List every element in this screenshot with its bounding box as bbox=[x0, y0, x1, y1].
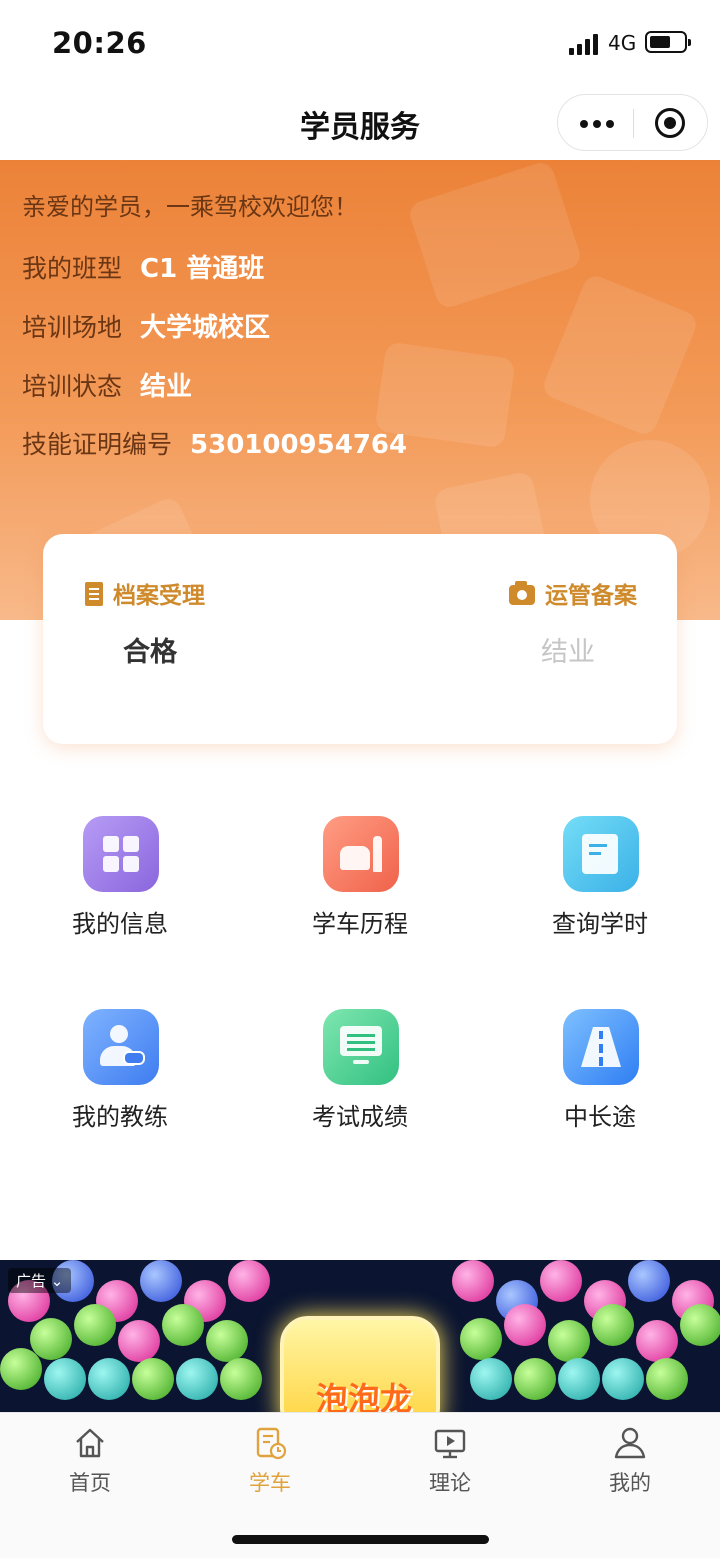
tab-label: 我的 bbox=[609, 1471, 651, 1495]
menu-label: 考试成绩 bbox=[312, 1103, 408, 1131]
more-icon[interactable] bbox=[580, 120, 614, 128]
network-type: 4G bbox=[608, 31, 637, 55]
tab-label: 首页 bbox=[69, 1471, 111, 1495]
ad-tag-label: 广告 bbox=[16, 1272, 47, 1290]
tab-label: 学车 bbox=[249, 1471, 291, 1495]
monitor-score-icon bbox=[323, 1009, 399, 1085]
transport-label: 运管备案 bbox=[545, 583, 637, 609]
tab-home[interactable]: 首页 bbox=[0, 1425, 180, 1497]
cert-label: 技能证明编号 bbox=[22, 430, 173, 459]
edit-hours-icon bbox=[563, 816, 639, 892]
transport-value: 结业 bbox=[541, 637, 595, 668]
welcome-text: 亲爱的学员，一乘驾校欢迎您！ bbox=[22, 193, 358, 221]
home-indicator[interactable] bbox=[232, 1535, 489, 1544]
battery-icon bbox=[645, 31, 691, 53]
info-grid-icon bbox=[83, 816, 159, 892]
signal-icon bbox=[569, 33, 599, 55]
site-value: 大学城校区 bbox=[140, 313, 271, 343]
car-progress-icon bbox=[323, 816, 399, 892]
user-icon bbox=[614, 1427, 646, 1459]
ad-game-logo: 泡泡龙 bbox=[280, 1316, 440, 1412]
site-row: 培训场地 大学城校区 bbox=[22, 307, 270, 344]
menu-label: 中长途 bbox=[564, 1103, 636, 1131]
menu-label: 我的教练 bbox=[72, 1103, 168, 1131]
close-miniprogram-icon[interactable] bbox=[655, 108, 685, 138]
capsule-divider bbox=[633, 109, 634, 138]
menu-learning-progress[interactable]: 学车历程 bbox=[260, 816, 460, 956]
cert-row: 技能证明编号 530100954764 bbox=[22, 425, 407, 461]
training-status-row: 培训状态 结业 bbox=[22, 366, 192, 403]
class-row: 我的班型 C1 普通班 bbox=[22, 248, 264, 285]
cert-value: 530100954764 bbox=[190, 430, 408, 460]
archive-label-row: 档案受理 bbox=[85, 576, 205, 610]
class-label: 我的班型 bbox=[22, 254, 123, 283]
video-icon bbox=[434, 1429, 466, 1459]
ad-title: 泡泡龙 bbox=[315, 1380, 412, 1412]
tab-theory[interactable]: 理论 bbox=[360, 1425, 540, 1497]
menu-exam-scores[interactable]: 考试成绩 bbox=[260, 1009, 460, 1149]
training-status-label: 培训状态 bbox=[22, 372, 123, 401]
tab-label: 理论 bbox=[429, 1471, 471, 1495]
camera-icon bbox=[509, 581, 535, 605]
menu-query-hours[interactable]: 查询学时 bbox=[500, 816, 700, 956]
archive-label: 档案受理 bbox=[113, 583, 205, 609]
tab-mine[interactable]: 我的 bbox=[540, 1425, 720, 1497]
menu-label: 我的信息 bbox=[72, 910, 168, 938]
transport-label-row: 运管备案 bbox=[509, 576, 637, 610]
coach-icon bbox=[83, 1009, 159, 1085]
document-icon bbox=[85, 582, 103, 606]
menu-my-coach[interactable]: 我的教练 bbox=[20, 1009, 220, 1149]
menu-my-info[interactable]: 我的信息 bbox=[20, 816, 220, 956]
road-icon bbox=[563, 1009, 639, 1085]
site-label: 培训场地 bbox=[22, 313, 123, 342]
class-value: C1 普通班 bbox=[140, 254, 265, 284]
status-bar: 20:26 4G bbox=[0, 0, 720, 88]
ad-tag[interactable]: 广告 ⌄ bbox=[8, 1268, 72, 1293]
mini-program-capsule bbox=[557, 94, 708, 151]
archive-value: 合格 bbox=[123, 637, 177, 668]
training-status-value: 结业 bbox=[140, 372, 193, 402]
menu-label: 学车历程 bbox=[312, 910, 408, 938]
ad-banner[interactable]: 广告 ⌄ 泡泡龙 bbox=[0, 1260, 720, 1412]
status-time: 20:26 bbox=[52, 26, 147, 60]
chevron-down-icon: ⌄ bbox=[50, 1272, 64, 1290]
home-icon bbox=[76, 1428, 104, 1458]
menu-long-distance[interactable]: 中长途 bbox=[500, 1009, 700, 1149]
status-card: 档案受理 运管备案 合格 结业 bbox=[43, 534, 677, 744]
tab-study-car[interactable]: 学车 bbox=[180, 1425, 360, 1497]
study-car-icon bbox=[256, 1427, 287, 1460]
menu-label: 查询学时 bbox=[552, 910, 648, 938]
nav-bar: 学员服务 bbox=[0, 88, 720, 160]
